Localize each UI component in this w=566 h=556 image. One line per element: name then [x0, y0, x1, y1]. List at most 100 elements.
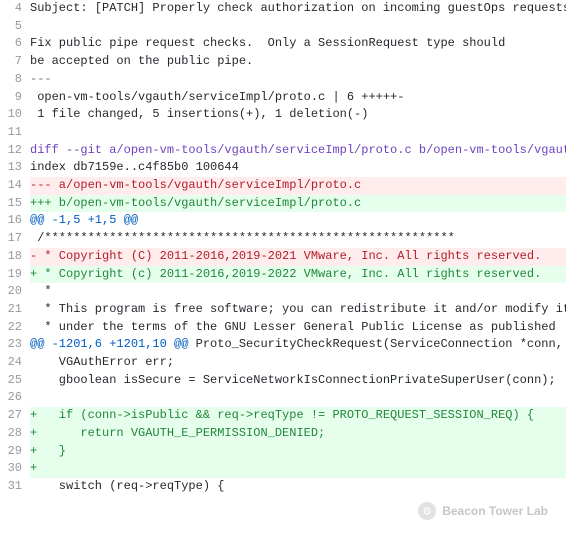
- line-content: VGAuthError err;: [30, 354, 566, 372]
- code-token: ---: [30, 72, 52, 86]
- line-number: 30: [0, 460, 30, 478]
- line-content: [30, 18, 566, 36]
- code-line[interactable]: 25 gboolean isSecure = ServiceNetworkIsC…: [0, 372, 566, 390]
- code-token: +: [30, 461, 37, 475]
- line-content: ---: [30, 71, 566, 89]
- code-token: @@ -1201,6 +1201,10 @@: [30, 337, 188, 351]
- line-number: 24: [0, 354, 30, 372]
- line-number: 27: [0, 407, 30, 425]
- code-token: open-vm-tools/vgauth/serviceImpl/proto.c…: [30, 90, 404, 104]
- line-content: @@ -1201,6 +1201,10 @@ Proto_SecurityChe…: [30, 336, 566, 354]
- code-token: * This program is free software; you can…: [30, 302, 566, 316]
- line-number: 28: [0, 425, 30, 443]
- code-line[interactable]: 22 * under the terms of the GNU Lesser G…: [0, 319, 566, 337]
- code-token: @@ -1,5 +1,5 @@: [30, 213, 138, 227]
- line-number: 11: [0, 124, 30, 142]
- line-number: 19: [0, 266, 30, 284]
- code-line[interactable]: 27+ if (conn->isPublic && req->reqType !…: [0, 407, 566, 425]
- code-token: --- a/open-vm-tools/vgauth/serviceImpl/p…: [30, 178, 361, 192]
- line-number: 10: [0, 106, 30, 124]
- line-content: - * Copyright (C) 2011-2016,2019-2021 VM…: [30, 248, 566, 266]
- code-line[interactable]: 31 switch (req->reqType) {: [0, 478, 566, 496]
- line-number: 5: [0, 18, 30, 36]
- line-content: /***************************************…: [30, 230, 566, 248]
- line-content: gboolean isSecure = ServiceNetworkIsConn…: [30, 372, 566, 390]
- code-token: Proto_SecurityCheckRequest(ServiceConnec…: [188, 337, 562, 351]
- code-token: + if (conn->isPublic && req->reqType != …: [30, 408, 534, 422]
- line-content: --- a/open-vm-tools/vgauth/serviceImpl/p…: [30, 177, 566, 195]
- line-number: 20: [0, 283, 30, 301]
- line-number: 14: [0, 177, 30, 195]
- line-number: 16: [0, 212, 30, 230]
- code-line[interactable]: 13index db7159e..c4f85b0 100644: [0, 159, 566, 177]
- line-content: switch (req->reqType) {: [30, 478, 566, 496]
- watermark: ⊙ Beacon Tower Lab: [418, 502, 548, 520]
- code-line[interactable]: 6Fix public pipe request checks. Only a …: [0, 35, 566, 53]
- code-line[interactable]: 11: [0, 124, 566, 142]
- code-line[interactable]: 12diff --git a/open-vm-tools/vgauth/serv…: [0, 142, 566, 160]
- code-token: Fix public pipe request checks. Only a S…: [30, 36, 505, 50]
- diff-code-block: 4Subject: [PATCH] Properly check authori…: [0, 0, 566, 496]
- code-token: *: [30, 284, 52, 298]
- code-token: 1 file changed, 5 insertions(+), 1 delet…: [30, 107, 368, 121]
- code-token: - * Copyright (C) 2011-2016,2019-2021 VM…: [30, 249, 541, 263]
- code-token: VGAuthError err;: [30, 355, 174, 369]
- line-content: + }: [30, 443, 566, 461]
- code-line[interactable]: 19+ * Copyright (c) 2011-2016,2019-2022 …: [0, 266, 566, 284]
- line-content: [30, 389, 566, 407]
- code-token: + * Copyright (c) 2011-2016,2019-2022 VM…: [30, 267, 541, 281]
- line-content: [30, 124, 566, 142]
- line-number: 22: [0, 319, 30, 337]
- code-line[interactable]: 26: [0, 389, 566, 407]
- line-number: 25: [0, 372, 30, 390]
- code-line[interactable]: 30+: [0, 460, 566, 478]
- code-token: be accepted on the public pipe.: [30, 54, 253, 68]
- line-content: open-vm-tools/vgauth/serviceImpl/proto.c…: [30, 89, 566, 107]
- line-number: 18: [0, 248, 30, 266]
- line-number: 7: [0, 53, 30, 71]
- code-line[interactable]: 29+ }: [0, 443, 566, 461]
- code-line[interactable]: 28+ return VGAUTH_E_PERMISSION_DENIED;: [0, 425, 566, 443]
- line-content: diff --git a/open-vm-tools/vgauth/servic…: [30, 142, 566, 160]
- code-token: + return VGAUTH_E_PERMISSION_DENIED;: [30, 426, 325, 440]
- code-line[interactable]: 21 * This program is free software; you …: [0, 301, 566, 319]
- watermark-text: Beacon Tower Lab: [442, 504, 548, 518]
- line-content: +: [30, 460, 566, 478]
- code-token: * under the terms of the GNU Lesser Gene…: [30, 320, 556, 334]
- code-line[interactable]: 24 VGAuthError err;: [0, 354, 566, 372]
- line-number: 26: [0, 389, 30, 407]
- code-line[interactable]: 16@@ -1,5 +1,5 @@: [0, 212, 566, 230]
- line-content: + return VGAUTH_E_PERMISSION_DENIED;: [30, 425, 566, 443]
- code-token: gboolean isSecure = ServiceNetworkIsConn…: [30, 373, 556, 387]
- line-content: Fix public pipe request checks. Only a S…: [30, 35, 566, 53]
- code-line[interactable]: 23@@ -1201,6 +1201,10 @@ Proto_SecurityC…: [0, 336, 566, 354]
- code-line[interactable]: 5: [0, 18, 566, 36]
- code-line[interactable]: 15+++ b/open-vm-tools/vgauth/serviceImpl…: [0, 195, 566, 213]
- line-content: + * Copyright (c) 2011-2016,2019-2022 VM…: [30, 266, 566, 284]
- code-line[interactable]: 20 *: [0, 283, 566, 301]
- line-content: 1 file changed, 5 insertions(+), 1 delet…: [30, 106, 566, 124]
- code-line[interactable]: 8---: [0, 71, 566, 89]
- code-line[interactable]: 17 /************************************…: [0, 230, 566, 248]
- code-token: Subject: [PATCH] Properly check authoriz…: [30, 1, 566, 15]
- code-line[interactable]: 4Subject: [PATCH] Properly check authori…: [0, 0, 566, 18]
- line-number: 31: [0, 478, 30, 496]
- code-token: index db7159e..c4f85b0 100644: [30, 160, 239, 174]
- line-content: *: [30, 283, 566, 301]
- code-token: switch (req->reqType) {: [30, 479, 224, 493]
- code-line[interactable]: 14--- a/open-vm-tools/vgauth/serviceImpl…: [0, 177, 566, 195]
- code-line[interactable]: 18- * Copyright (C) 2011-2016,2019-2021 …: [0, 248, 566, 266]
- line-number: 23: [0, 336, 30, 354]
- code-token: /***************************************…: [30, 231, 455, 245]
- code-token: +++ b/open-vm-tools/vgauth/serviceImpl/p…: [30, 196, 361, 210]
- code-line[interactable]: 9 open-vm-tools/vgauth/serviceImpl/proto…: [0, 89, 566, 107]
- line-content: +++ b/open-vm-tools/vgauth/serviceImpl/p…: [30, 195, 566, 213]
- line-number: 21: [0, 301, 30, 319]
- line-content: * under the terms of the GNU Lesser Gene…: [30, 319, 566, 337]
- line-content: Subject: [PATCH] Properly check authoriz…: [30, 0, 566, 18]
- line-number: 6: [0, 35, 30, 53]
- code-line[interactable]: 10 1 file changed, 5 insertions(+), 1 de…: [0, 106, 566, 124]
- line-content: @@ -1,5 +1,5 @@: [30, 212, 566, 230]
- line-content: + if (conn->isPublic && req->reqType != …: [30, 407, 566, 425]
- code-line[interactable]: 7be accepted on the public pipe.: [0, 53, 566, 71]
